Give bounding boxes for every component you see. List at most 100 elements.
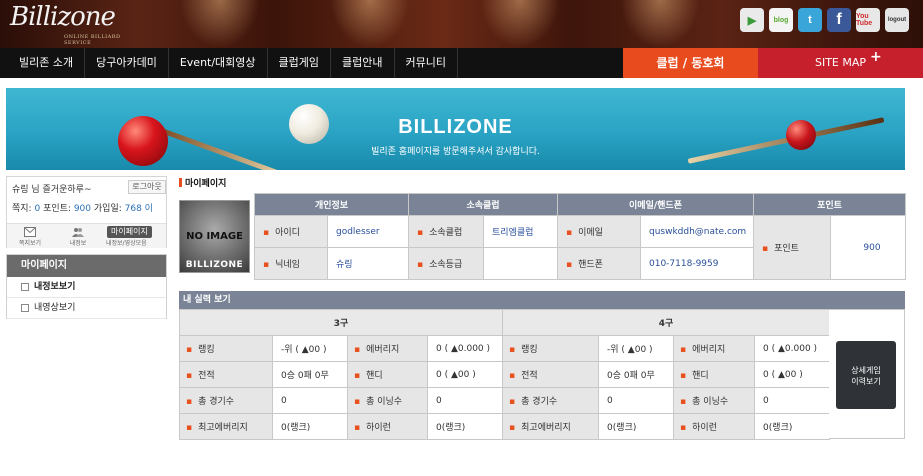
nav-item-academy[interactable]: 당구아카데미 [85, 48, 169, 78]
nav-item-community[interactable]: 커뮤니티 [395, 48, 458, 78]
logout-button[interactable]: 로그아웃 [128, 180, 166, 194]
innings-value-4: 0 [754, 387, 831, 414]
email-label: ▪ 이메일 [557, 215, 641, 248]
note-view-button[interactable]: 쪽지보기 [15, 224, 45, 249]
header-contact: 이메일/핸드폰 [557, 193, 754, 216]
club-button[interactable]: 클럽 / 동호회 [623, 48, 758, 78]
phone-label: ▪ 핸드폰 [557, 247, 641, 280]
side-menu: 마이페이지 내정보보기 내영상보기 [6, 254, 167, 319]
twitter-icon[interactable]: t [798, 8, 822, 32]
rank-label-4: ▪ 랭킹 [502, 335, 600, 362]
point-label: 포인트: [43, 204, 71, 214]
blog-icon[interactable]: blog [769, 8, 793, 32]
avg-label-3: ▪ 에버리지 [347, 335, 428, 362]
no-image-brand: BILLIZONE [185, 260, 244, 270]
profile-image-placeholder: NO IMAGE BILLIZONE [179, 200, 250, 273]
envelope-icon [24, 227, 36, 237]
profile-info-table: 개인정보 소속클럽 이메일/핸드폰 포인트 ▪ 아이디 godlesser ▪ 소속… [254, 193, 906, 280]
plus-icon: + [870, 49, 882, 65]
logo-subtitle: ONLINE BILLIARD SERVICE [64, 34, 121, 46]
record-label-3: ▪ 전적 [179, 361, 273, 388]
games-value-4: 0 [598, 387, 675, 414]
handi-value-4: 0 ( ▲00 ) [754, 361, 831, 388]
note-label: 쪽지: [12, 204, 32, 214]
nav-item-intro[interactable]: 빌리존 소개 [8, 48, 86, 78]
highrun-value-4: 0(랭크) [754, 413, 831, 440]
mypage-button[interactable]: 마이페이지 [107, 226, 152, 238]
nav-item-event[interactable]: Event/대회영상 [169, 48, 268, 78]
page: Billizone ONLINE BILLIARD SERVICE ▶ blog… [0, 0, 923, 476]
record-table: 3구 4구 ▪ 랭킹 -위 ( ▲00 ) ▪ 에버리지 0 ( ▲0.000 ) … [178, 309, 831, 440]
nickname-value: 슈링 [327, 247, 409, 280]
side-menu-label: 내영상보기 [34, 303, 76, 313]
best-avg-label-4: ▪ 최고에버리지 [502, 413, 600, 440]
my-info-button[interactable]: 내정보 [63, 224, 93, 249]
banner-subtitle: 빌리존 홈페이지를 방문해주셔서 감사합니다. [371, 147, 540, 157]
point-value: 900 [830, 215, 906, 280]
header-point: 포인트 [753, 193, 906, 216]
my-info-label: 내정보 [69, 240, 87, 247]
sitemap-button[interactable]: SITE MAP + [758, 48, 923, 78]
nav-item-club-game[interactable]: 클럽게임 [268, 48, 332, 78]
games-label-4: ▪ 총 경기수 [502, 387, 600, 414]
header-club: 소속클럽 [408, 193, 558, 216]
game-history-button[interactable]: 상세게임 이력보기 [836, 341, 896, 409]
point-label: ▪ 포인트 [753, 215, 831, 280]
page-title: 마이페이지 [179, 176, 226, 189]
nav-item-club-guide[interactable]: 클럽안내 [331, 48, 395, 78]
record-label-4: ▪ 전적 [502, 361, 600, 388]
main-nav: 빌리존 소개 당구아카데미 Event/대회영상 클럽게임 클럽안내 커뮤니티 … [0, 48, 923, 78]
side-menu-item-my-info[interactable]: 내정보보기 [7, 277, 166, 298]
logout-icon[interactable]: logout [885, 8, 909, 32]
innings-label-4: ▪ 총 이닝수 [673, 387, 756, 414]
avg-value-4: 0 ( ▲0.000 ) [754, 335, 831, 362]
handi-value-3: 0 ( ▲00 ) [426, 361, 504, 388]
billizone-logo[interactable]: Billizone ONLINE BILLIARD SERVICE [8, 2, 148, 46]
highrun-label-3: ▪ 하이런 [347, 413, 428, 440]
social-links: ▶ blog t f You Tube logout [740, 8, 909, 32]
highrun-label-4: ▪ 하이런 [673, 413, 756, 440]
phone-value: 010-7118-9959 [640, 247, 754, 280]
header-personal-info: 개인정보 [254, 193, 409, 216]
point-value: 900 [73, 204, 92, 214]
table-row: ▪ 전적 0승 0패 0무 ▪ 핸디 0 ( ▲00 ) ▪ 전적 0승 0패 0무 … [179, 361, 831, 388]
side-menu-item-my-video[interactable]: 내영상보기 [7, 298, 166, 319]
games-label-3: ▪ 총 경기수 [179, 387, 273, 414]
best-avg-label-3: ▪ 최고에버리지 [179, 413, 273, 440]
join-date: 768 이 [124, 204, 153, 214]
innings-label-3: ▪ 총 이닝수 [347, 387, 428, 414]
play-store-icon[interactable]: ▶ [740, 8, 764, 32]
join-label: 가입일: [93, 204, 122, 214]
handi-label-4: ▪ 핸디 [673, 361, 756, 388]
title-bar-icon [179, 178, 182, 187]
note-view-label: 쪽지보기 [18, 240, 42, 247]
games-value-3: 0 [272, 387, 348, 414]
checkbox-icon [21, 303, 29, 312]
user-greeting: 슈링 님 즐거운하루~ [12, 185, 92, 195]
banner-title: BILLIZONE [398, 116, 513, 138]
club-value[interactable]: 트리엠클럽 [483, 215, 558, 248]
site-header: Billizone ONLINE BILLIARD SERVICE ▶ blog… [0, 0, 923, 48]
nav-menu: 빌리존 소개 당구아카데미 Event/대회영상 클럽게임 클럽안내 커뮤니티 [8, 48, 458, 78]
detail-button-wrap: 상세게임 이력보기 [829, 309, 905, 439]
youtube-icon[interactable]: You Tube [856, 8, 880, 32]
nickname-label: ▪ 닉네임 [254, 247, 328, 280]
rank-value-4: -위 ( ▲00 ) [598, 335, 675, 362]
table-row: ▪ 랭킹 -위 ( ▲00 ) ▪ 에버리지 0 ( ▲0.000 ) ▪ 랭킹 -위… [179, 335, 831, 362]
club-grade-value [483, 247, 558, 280]
record-value-4: 0승 0패 0무 [598, 361, 675, 388]
note-count[interactable]: 0 [34, 204, 40, 214]
avg-label-4: ▪ 에버리지 [673, 335, 756, 362]
logo-text: Billizone [10, 2, 116, 32]
side-menu-head: 마이페이지 [7, 255, 166, 277]
rank-label-3: ▪ 랭킹 [179, 335, 273, 362]
club-grade-label: ▪ 소속등급 [408, 247, 484, 280]
game-history-label-1: 상세게임 [851, 366, 881, 375]
best-avg-value-4: 0(랭크) [598, 413, 675, 440]
table-row: ▪ 최고에버리지 0(랭크) ▪ 하이런 0(랭크) ▪ 최고에버리지 0(랭크) ▪… [179, 413, 831, 440]
checkbox-icon [21, 282, 29, 291]
best-avg-value-3: 0(랭크) [272, 413, 348, 440]
handi-label-3: ▪ 핸디 [347, 361, 428, 388]
facebook-icon[interactable]: f [827, 8, 851, 32]
table-row: ▪ 총 경기수 0 ▪ 총 이닝수 0 ▪ 총 경기수 0 ▪ 총 이닝수 0 [179, 387, 831, 414]
